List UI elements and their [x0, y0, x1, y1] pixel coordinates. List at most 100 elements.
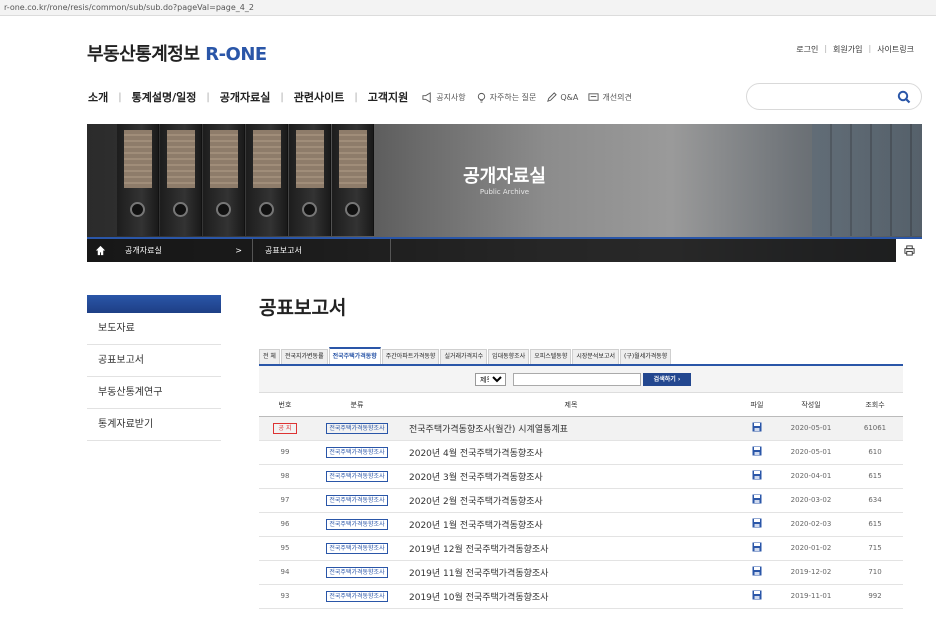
bulb-icon	[477, 92, 485, 103]
hero-title: 공개자료실	[463, 166, 546, 187]
gnb-item-intro[interactable]: 소개	[88, 89, 108, 105]
address-bar[interactable]: r-one.co.kr/rone/resis/common/sub/sub.do…	[0, 0, 936, 16]
row-title[interactable]: 2020년 4월 전국주택가격동향조사	[403, 440, 739, 465]
sitelink-link[interactable]: 사이트링크	[877, 44, 914, 55]
megaphone-icon	[422, 91, 431, 103]
row-views: 715	[847, 536, 903, 561]
row-title[interactable]: 전국주택가격동향조사(월간) 시계열통계표	[403, 416, 739, 441]
page-title: 공표보고서	[259, 297, 347, 319]
row-views: 634	[847, 488, 903, 513]
file-download-icon[interactable]	[752, 446, 762, 458]
login-link[interactable]: 로그인	[796, 44, 818, 55]
table-row[interactable]: 99 전국주택가격동향조사 2020년 4월 전국주택가격동향조사 2020-05-0…	[259, 440, 903, 465]
notice-row[interactable]: 공 지 전국주택가격동향조사 전국주택가격동향조사(월간) 시계열통계표 2020-0…	[259, 416, 903, 441]
table-row[interactable]: 97 전국주택가격동향조사 2020년 2월 전국주택가격동향조사 2020-03-0…	[259, 488, 903, 513]
row-title[interactable]: 2020년 3월 전국주택가격동향조사	[403, 464, 739, 489]
table-row[interactable]: 94 전국주택가격동향조사 2019년 11월 전국주택가격동향조사 2019-12-…	[259, 560, 903, 585]
tab-housing-price[interactable]: 전국주택가격동향	[328, 347, 381, 364]
divider: |	[280, 91, 284, 103]
table-row[interactable]: 95 전국주택가격동향조사 2019년 12월 전국주택가격동향조사 2020-01-…	[259, 536, 903, 561]
faq-link[interactable]: 자주하는 질문	[476, 92, 536, 103]
breadcrumb-level1-label: 공개자료실	[125, 246, 162, 255]
row-no: 98	[259, 464, 311, 489]
category-badge: 전국주택가격동향조사	[326, 590, 388, 602]
row-title[interactable]: 2019년 10월 전국주택가격동향조사	[403, 584, 739, 609]
breadcrumb-level1[interactable]: 공개자료실 >	[113, 239, 253, 262]
row-title[interactable]: 2020년 2월 전국주택가격동향조사	[403, 488, 739, 513]
row-views: 710	[847, 560, 903, 585]
row-file[interactable]	[739, 440, 775, 465]
tab-transaction-index[interactable]: 실거래가격지수	[440, 349, 488, 364]
logo-brand: R-ONE	[205, 44, 267, 65]
file-download-icon[interactable]	[752, 470, 762, 482]
row-file[interactable]	[739, 464, 775, 489]
row-category: 전국주택가격동향조사	[311, 512, 403, 537]
row-file[interactable]	[739, 560, 775, 585]
row-file[interactable]	[739, 536, 775, 561]
site-search-input[interactable]	[746, 83, 922, 110]
table-row[interactable]: 93 전국주택가격동향조사 2019년 10월 전국주택가격동향조사 2019-11-…	[259, 584, 903, 609]
tab-officetel[interactable]: 오피스텔동향	[530, 349, 572, 364]
row-date: 2019-11-01	[775, 584, 847, 609]
file-download-icon[interactable]	[752, 494, 762, 506]
sidebar-item-download[interactable]: 통계자료받기	[87, 409, 221, 441]
row-date: 2019-12-02	[775, 560, 847, 585]
table-row[interactable]: 96 전국주택가격동향조사 2020년 1월 전국주택가격동향조사 2020-02-0…	[259, 512, 903, 537]
divider: |	[354, 91, 358, 103]
row-file[interactable]	[739, 584, 775, 609]
qna-link[interactable]: Q&A	[546, 91, 578, 103]
tab-weekly-apt[interactable]: 주간아파트가격동향	[381, 349, 440, 364]
row-category: 전국주택가격동향조사	[311, 488, 403, 513]
search-field-select[interactable]: 제목	[475, 373, 506, 386]
table-row[interactable]: 98 전국주택가격동향조사 2020년 3월 전국주택가격동향조사 2020-04-0…	[259, 464, 903, 489]
notice-link-label: 공지사항	[436, 92, 466, 102]
gnb-item-archive[interactable]: 공개자료실	[220, 89, 271, 105]
global-nav: 소개 | 통계설명/일정 | 공개자료실 | 관련사이트 | 고객지원 공지사항 자주하…	[88, 89, 632, 105]
row-file[interactable]	[739, 488, 775, 513]
breadcrumb-level2[interactable]: 공표보고서	[253, 239, 391, 262]
notice-badge: 공 지	[272, 422, 298, 434]
chat-icon	[588, 92, 599, 101]
site-logo[interactable]: 부동산통계정보 R-ONE	[87, 40, 267, 66]
gnb-item-schedule[interactable]: 통계설명/일정	[132, 89, 197, 105]
row-date: 2020-02-03	[775, 512, 847, 537]
signup-link[interactable]: 회원가입	[833, 44, 862, 55]
file-download-icon[interactable]	[752, 542, 762, 554]
file-download-icon[interactable]	[752, 518, 762, 530]
row-title[interactable]: 2020년 1월 전국주택가격동향조사	[403, 512, 739, 537]
pen-icon	[547, 91, 558, 102]
row-no: 93	[259, 584, 311, 609]
tab-all[interactable]: 전 체	[259, 349, 280, 364]
tab-market-analysis[interactable]: 시장분석보고서	[572, 349, 619, 364]
gnb-item-related[interactable]: 관련사이트	[294, 89, 345, 105]
file-download-icon[interactable]	[752, 422, 762, 434]
row-category: 전국주택가격동향조사	[311, 416, 403, 441]
row-title[interactable]: 2019년 11월 전국주택가격동향조사	[403, 560, 739, 585]
sidebar: 보도자료 공표보고서 부동산통계연구 통계자료받기	[87, 295, 221, 441]
file-download-icon[interactable]	[752, 566, 762, 578]
row-title[interactable]: 2019년 12월 전국주택가격동향조사	[403, 536, 739, 561]
print-icon[interactable]	[896, 239, 922, 262]
sidebar-item-research[interactable]: 부동산통계연구	[87, 377, 221, 409]
row-date: 2020-01-02	[775, 536, 847, 561]
file-download-icon[interactable]	[752, 590, 762, 602]
search-button[interactable]: 검색하기 ›	[643, 373, 691, 386]
row-views: 610	[847, 440, 903, 465]
tab-rental[interactable]: 임대동향조사	[488, 349, 530, 364]
notice-link[interactable]: 공지사항	[422, 91, 466, 103]
sidebar-item-reports[interactable]: 공표보고서	[87, 345, 221, 377]
chevron-right-icon: >	[235, 246, 242, 255]
tab-old-rent[interactable]: (구)월세가격동향	[619, 349, 672, 364]
tab-land-price[interactable]: 전국지가변동률	[280, 349, 328, 364]
search-icon[interactable]	[897, 90, 911, 104]
sidebar-item-press[interactable]: 보도자료	[87, 313, 221, 345]
divider: |	[868, 44, 872, 53]
row-date: 2020-05-01	[775, 440, 847, 465]
row-date: 2020-05-01	[775, 416, 847, 441]
row-file[interactable]	[739, 512, 775, 537]
home-icon[interactable]	[87, 239, 113, 262]
row-file[interactable]	[739, 416, 775, 441]
gnb-item-support[interactable]: 고객지원	[368, 89, 408, 105]
board-search-input[interactable]	[513, 373, 641, 386]
feedback-link[interactable]: 개선의견	[588, 92, 632, 103]
